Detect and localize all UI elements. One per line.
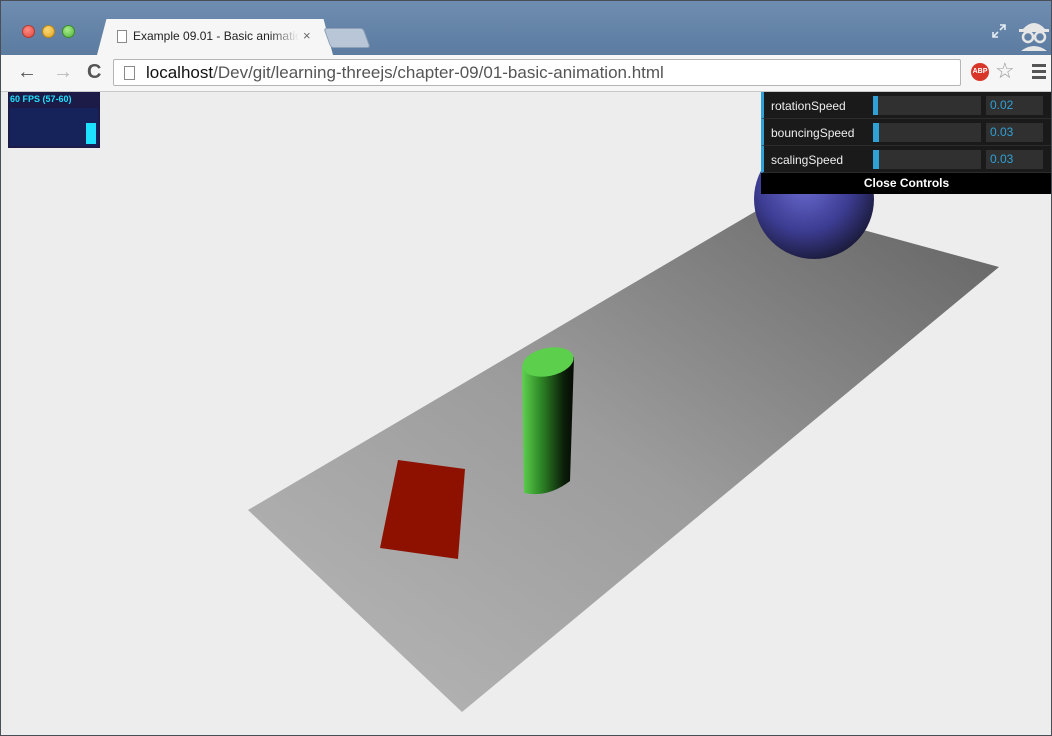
menu-icon[interactable] — [1032, 64, 1046, 82]
page-viewport: 60 FPS (57-60) rotationSpeed 0.02 bounci… — [8, 92, 1051, 735]
page-icon — [124, 66, 135, 80]
forward-arrow-icon[interactable]: → — [53, 61, 73, 83]
control-label: scalingSpeed — [771, 153, 844, 167]
tab-active[interactable]: Example 09.01 - Basic animation × — [97, 19, 333, 55]
zoom-window-button[interactable] — [62, 25, 75, 38]
bouncing-speed-input[interactable]: 0.03 — [986, 123, 1043, 142]
scaling-speed-input[interactable]: 0.03 — [986, 150, 1043, 169]
fullscreen-icon[interactable] — [991, 23, 1007, 39]
control-label: rotationSpeed — [771, 99, 846, 113]
browser-window: Example 09.01 - Basic animation × ← → C … — [0, 0, 1052, 736]
cylinder — [522, 357, 574, 495]
adblock-icon[interactable]: ABP — [971, 63, 989, 81]
control-label: bouncingSpeed — [771, 126, 855, 140]
back-arrow-icon[interactable]: ← — [17, 61, 37, 83]
scaling-speed-slider[interactable] — [873, 150, 981, 169]
fps-text: 60 FPS (57-60) — [10, 94, 72, 104]
bookmark-star-icon[interactable]: ☆ — [995, 58, 1015, 84]
fps-bar — [86, 123, 96, 144]
address-bar[interactable]: localhost/Dev/git/learning-threejs/chapt… — [113, 59, 961, 86]
control-row: bouncingSpeed 0.03 — [761, 119, 1051, 146]
fps-graph — [10, 108, 98, 146]
close-window-button[interactable] — [22, 25, 35, 38]
control-row: rotationSpeed 0.02 — [761, 92, 1051, 119]
url-path: /Dev/git/learning-threejs/chapter-09/01-… — [213, 63, 664, 82]
new-tab-button[interactable] — [323, 28, 371, 48]
rotation-speed-slider[interactable] — [873, 96, 981, 115]
control-row: scalingSpeed 0.03 — [761, 146, 1051, 173]
controls-panel: rotationSpeed 0.02 bouncingSpeed 0.03 sc… — [761, 92, 1051, 194]
bouncing-speed-slider[interactable] — [873, 123, 981, 142]
reload-icon[interactable]: C — [87, 61, 101, 83]
ground-plane — [248, 204, 999, 712]
url-host: localhost — [146, 63, 214, 82]
page-icon — [117, 30, 127, 43]
fps-stats[interactable]: 60 FPS (57-60) — [8, 92, 100, 148]
minimize-window-button[interactable] — [42, 25, 55, 38]
tab-strip: Example 09.01 - Basic animation × — [1, 1, 1051, 55]
tab-close-icon[interactable]: × — [303, 28, 311, 43]
tab-title: Example 09.01 - Basic animation — [133, 29, 299, 43]
url-text[interactable]: localhost/Dev/git/learning-threejs/chapt… — [146, 63, 664, 83]
close-controls-button[interactable]: Close Controls — [761, 173, 1051, 194]
incognito-icon — [1019, 23, 1049, 51]
browser-toolbar: ← → C localhost/Dev/git/learning-threejs… — [1, 55, 1051, 92]
rotation-speed-input[interactable]: 0.02 — [986, 96, 1043, 115]
